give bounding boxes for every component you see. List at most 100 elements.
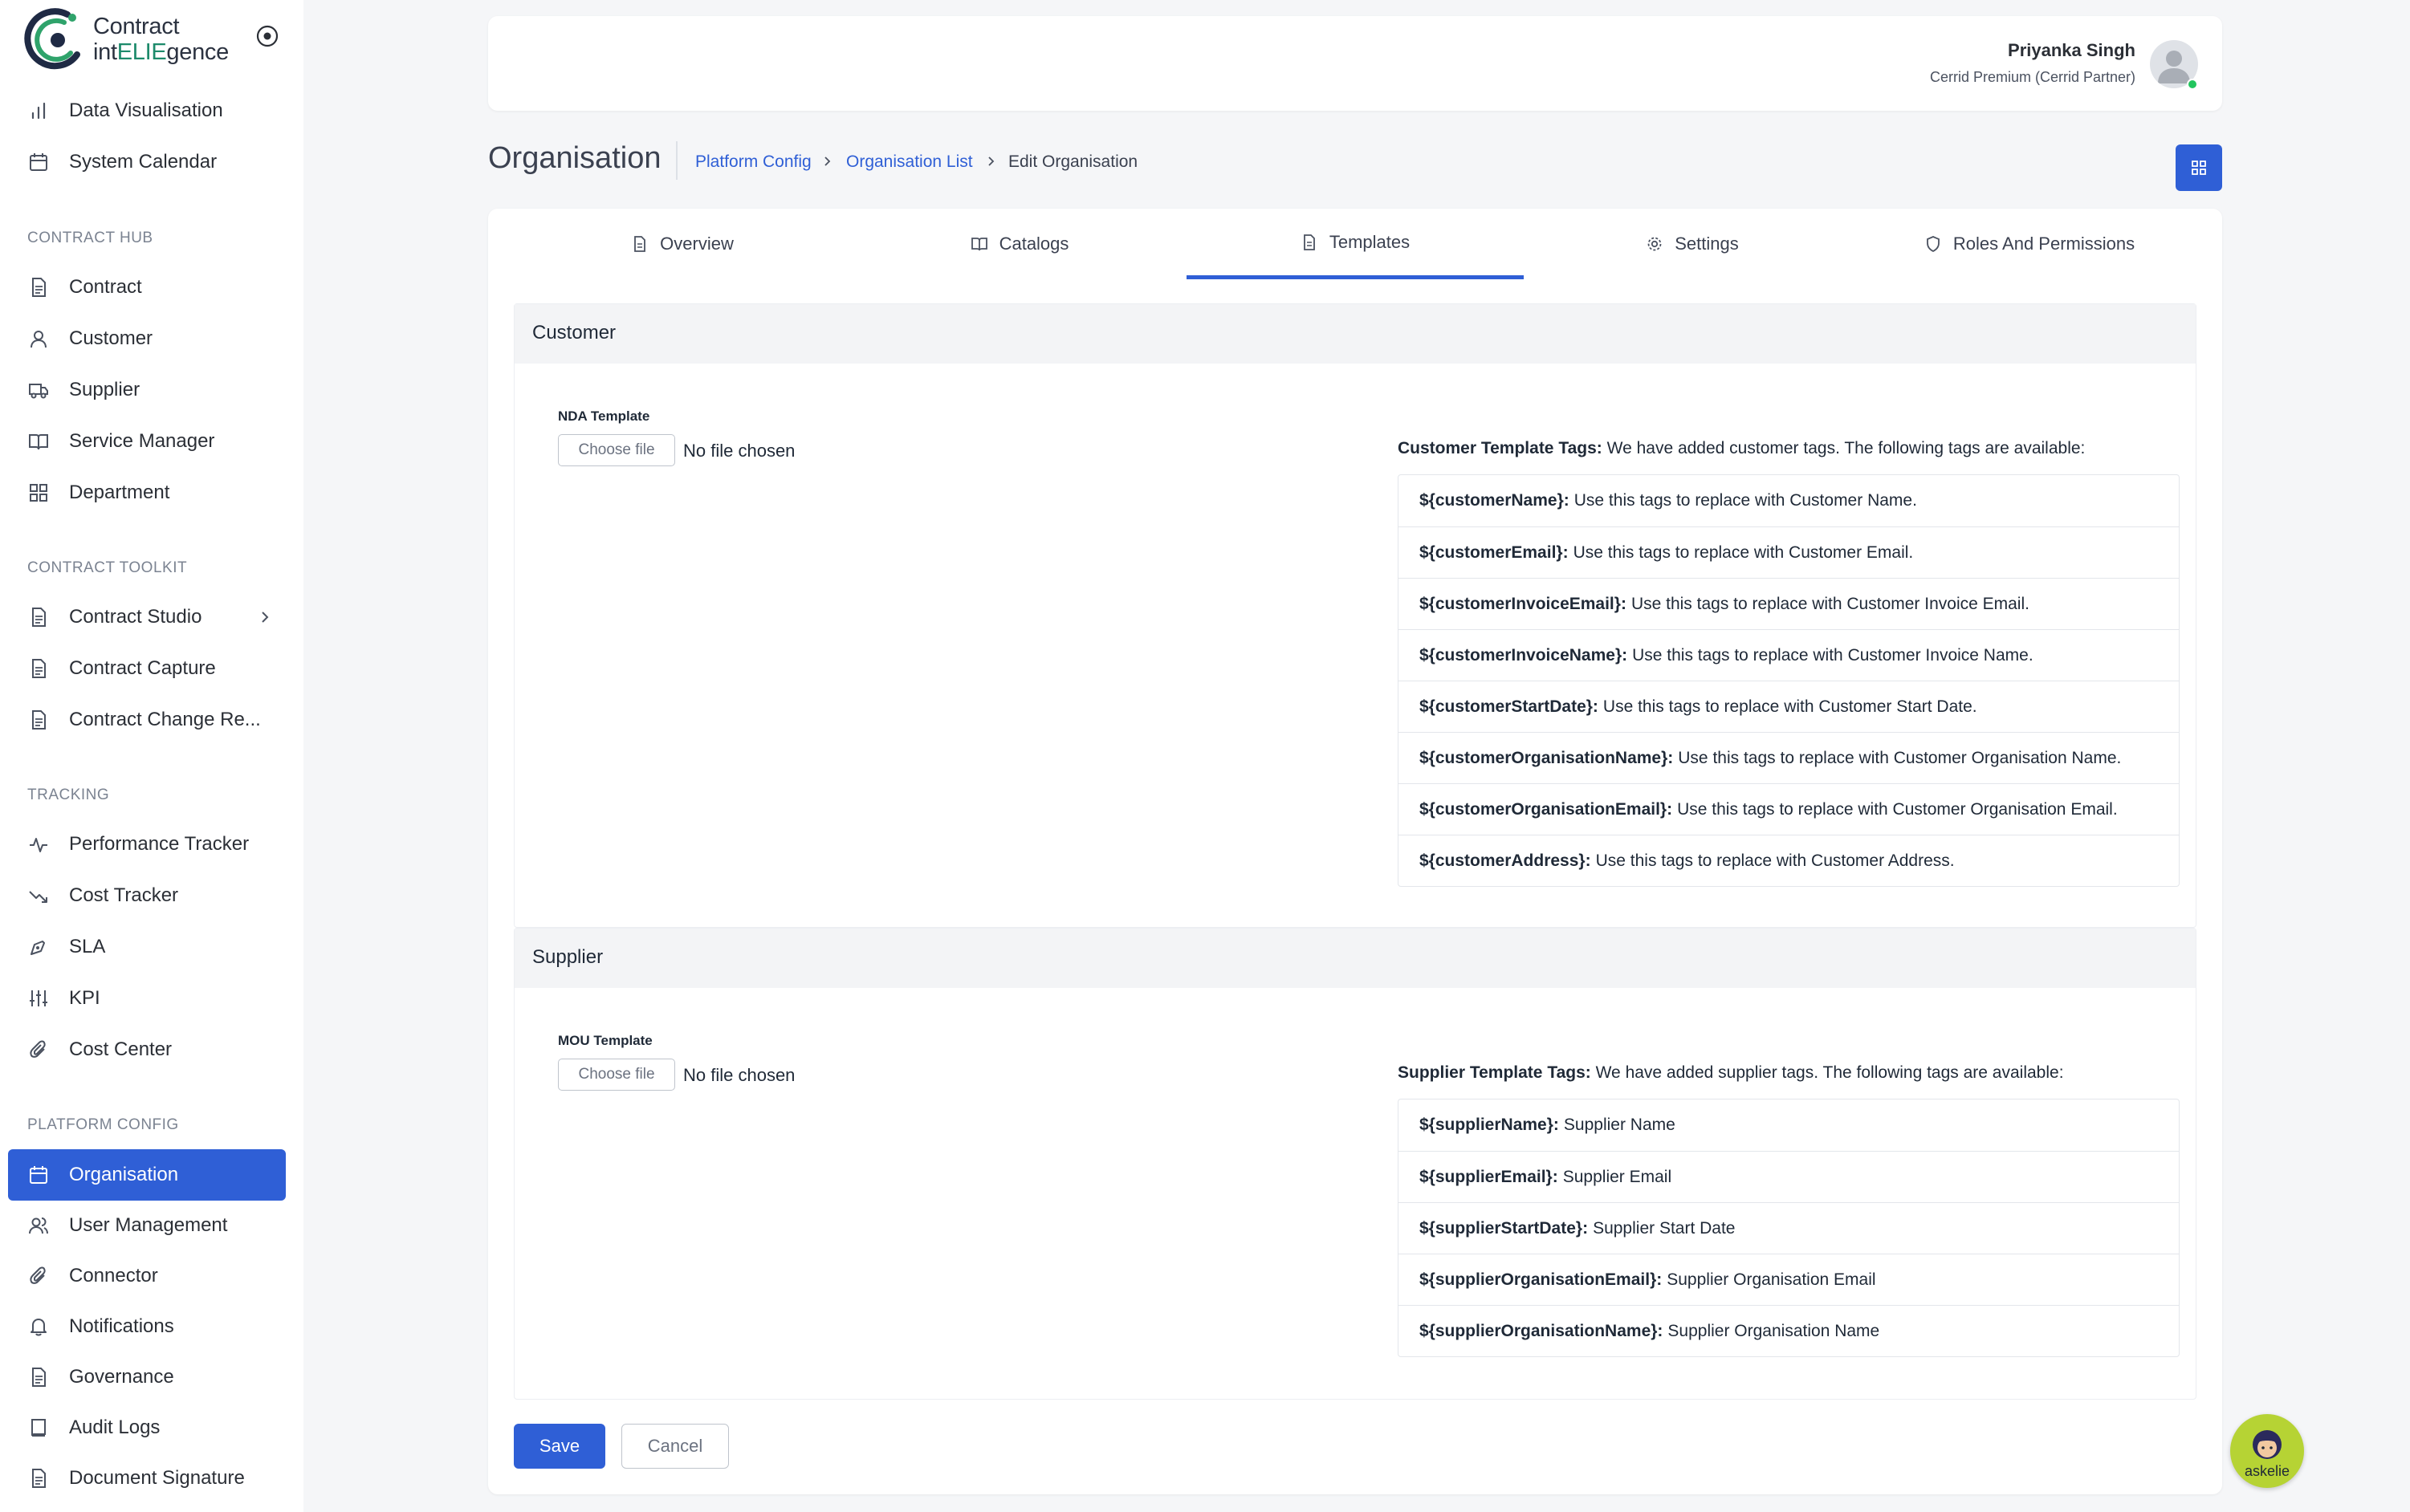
sidebar-item-label: Audit Logs (69, 1416, 161, 1438)
sidebar-item-department[interactable]: Department (8, 467, 286, 518)
breadcrumb-platform-config[interactable]: Platform Config (695, 152, 812, 172)
sidebar-item-contract-capture[interactable]: Contract Capture (8, 643, 286, 694)
tags-intro-text: We have added supplier tags. The followi… (1595, 1063, 2064, 1082)
tab-catalogs[interactable]: Catalogs (851, 209, 1188, 279)
truck-icon (27, 379, 50, 401)
sidebar-item-label: Performance Tracker (69, 833, 250, 855)
tags-intro-text: We have added customer tags. The followi… (1606, 439, 2086, 457)
sidebar-item-notifications[interactable]: Notifications (8, 1301, 286, 1352)
cancel-button[interactable]: Cancel (621, 1424, 729, 1469)
tab-settings[interactable]: Settings (1524, 209, 1861, 279)
tag-code: ${customerOrganisationEmail}: (1419, 799, 1673, 819)
sidebar-item-contract[interactable]: Contract (8, 262, 286, 313)
users-icon (27, 1214, 50, 1237)
tab-label: Roles And Permissions (1952, 234, 2135, 254)
tag-code: ${customerInvoiceName}: (1419, 645, 1628, 665)
tab-label: Settings (1675, 234, 1739, 254)
mou-template-label: MOU Template (558, 1033, 653, 1048)
sidebar-item-contract-studio[interactable]: Contract Studio (8, 591, 286, 643)
tag-row: ${supplierOrganisationEmail}: Supplier Or… (1398, 1254, 2179, 1305)
section-title: Customer (532, 322, 617, 343)
sidebar-item-contract-change-request[interactable]: Contract Change Re... (8, 694, 286, 746)
breadcrumb-edit-organisation: Edit Organisation (1008, 152, 1138, 171)
layout-toggle-button[interactable] (2176, 144, 2222, 191)
section-header-contract-hub: CONTRACT HUB (27, 230, 153, 246)
app-name-line1: Contract (93, 14, 180, 39)
sidebar-item-system-calendar[interactable]: System Calendar (8, 136, 286, 188)
sidebar-toggle-icon[interactable] (255, 24, 279, 48)
tag-code: ${supplierEmail}: (1419, 1167, 1558, 1186)
title-divider (676, 141, 678, 180)
sidebar-item-label: Document Signature (69, 1467, 245, 1489)
sidebar-item-label: Service Manager (69, 430, 215, 452)
tab-overview[interactable]: Overview (514, 209, 851, 279)
sidebar-item-label: Data Visualisation (69, 100, 223, 121)
activity-icon (27, 833, 50, 856)
sidebar-item-data-visualisation[interactable]: Data Visualisation (8, 85, 286, 136)
sidebar-item-supplier[interactable]: Supplier (8, 364, 286, 416)
sidebar-item-label: Contract Studio (69, 606, 202, 628)
document-icon (27, 709, 50, 731)
online-status-dot (2187, 79, 2198, 90)
sidebar-item-sla[interactable]: SLA (8, 921, 286, 973)
supplier-tag-list: ${supplierName}: Supplier Name ${supplier… (1398, 1099, 2180, 1357)
app-logo[interactable]: Contract intELIEgence (19, 6, 229, 72)
tab-label: Catalogs (999, 234, 1069, 254)
assistant-chat-button[interactable]: askelie (2230, 1414, 2304, 1488)
sidebar-item-label: Contract Change Re... (69, 709, 261, 730)
tag-row: ${customerOrganisationName}: Use this tag… (1398, 732, 2179, 783)
assistant-label: askelie (2244, 1463, 2290, 1479)
tag-row: ${customerOrganisationEmail}: Use this ta… (1398, 783, 2179, 835)
sidebar-item-organisation[interactable]: Organisation (8, 1149, 286, 1201)
paperclip-icon (27, 1038, 50, 1061)
save-button[interactable]: Save (514, 1424, 605, 1469)
tag-description: Use this tags to replace with Customer S… (1602, 697, 1977, 716)
chevron-right-icon (824, 156, 831, 166)
gear-icon (1647, 237, 1662, 251)
sidebar-item-label: Contract (69, 276, 142, 298)
section-title: Supplier (532, 946, 604, 968)
sidebar-item-performance-tracker[interactable]: Performance Tracker (8, 819, 286, 870)
breadcrumb-organisation-list[interactable]: Organisation List (846, 152, 973, 172)
section-header-platform-config: PLATFORM CONFIG (27, 1116, 179, 1133)
sidebar-item-customer[interactable]: Customer (8, 313, 286, 364)
tag-description: Use this tags to replace with Customer A… (1595, 851, 1955, 870)
nda-template-file-button[interactable]: Choose file (558, 434, 675, 466)
mou-template-file-status: No file chosen (683, 1065, 796, 1085)
sidebar-item-cost-tracker[interactable]: Cost Tracker (8, 870, 286, 921)
document-icon (1303, 234, 1315, 250)
sidebar-item-connector[interactable]: Connector (8, 1250, 286, 1302)
user-role: Cerrid Premium (Cerrid Partner) (1929, 69, 2135, 85)
tag-code: ${customerOrganisationName}: (1419, 748, 1674, 767)
tag-code: ${supplierOrganisationEmail}: (1419, 1270, 1663, 1289)
tag-row: ${supplierName}: Supplier Name (1398, 1099, 2179, 1151)
customer-tag-list: ${customerName}: Use this tags to replace… (1398, 474, 2180, 887)
sidebar-item-cost-center[interactable]: Cost Center (8, 1024, 286, 1075)
app-name-line2: intELIEgence (93, 39, 229, 65)
sidebar-item-label: KPI (69, 987, 100, 1009)
tab-roles-and-permissions[interactable]: Roles And Permissions (1861, 209, 2198, 279)
sidebar-item-audit-logs[interactable]: Audit Logs (8, 1402, 286, 1453)
tag-description: Use this tags to replace with Customer E… (1573, 543, 1914, 562)
sidebar-item-document-signature[interactable]: Document Signature (8, 1453, 286, 1504)
tag-description: Supplier Start Date (1593, 1218, 1736, 1238)
sidebar-item-kpi[interactable]: KPI (8, 973, 286, 1024)
customer-section-header: Customer (515, 304, 2196, 364)
sidebar-item-label: Department (69, 482, 170, 503)
tag-row: ${customerName}: Use this tags to replace… (1398, 475, 2179, 526)
mou-template-file-button[interactable]: Choose file (558, 1059, 675, 1091)
tag-description: Supplier Email (1562, 1167, 1672, 1186)
sidebar-item-governance[interactable]: Governance (8, 1351, 286, 1403)
sidebar-item-label: Customer (69, 327, 153, 349)
chevron-right-icon (988, 156, 995, 166)
logo-icon (24, 8, 80, 70)
main-card: Overview Catalogs Templates Settings Rol… (488, 209, 2222, 1494)
sidebar-item-user-management[interactable]: User Management (8, 1200, 286, 1251)
tab-templates[interactable]: Templates (1187, 209, 1524, 279)
app-name-highlight: ELIE (116, 39, 167, 65)
app-name-post: gence (166, 39, 229, 65)
sidebar-item-service-manager[interactable]: Service Manager (8, 416, 286, 467)
book-icon (27, 430, 50, 453)
chevron-right-icon (262, 612, 269, 623)
tab-label: Overview (660, 234, 734, 254)
